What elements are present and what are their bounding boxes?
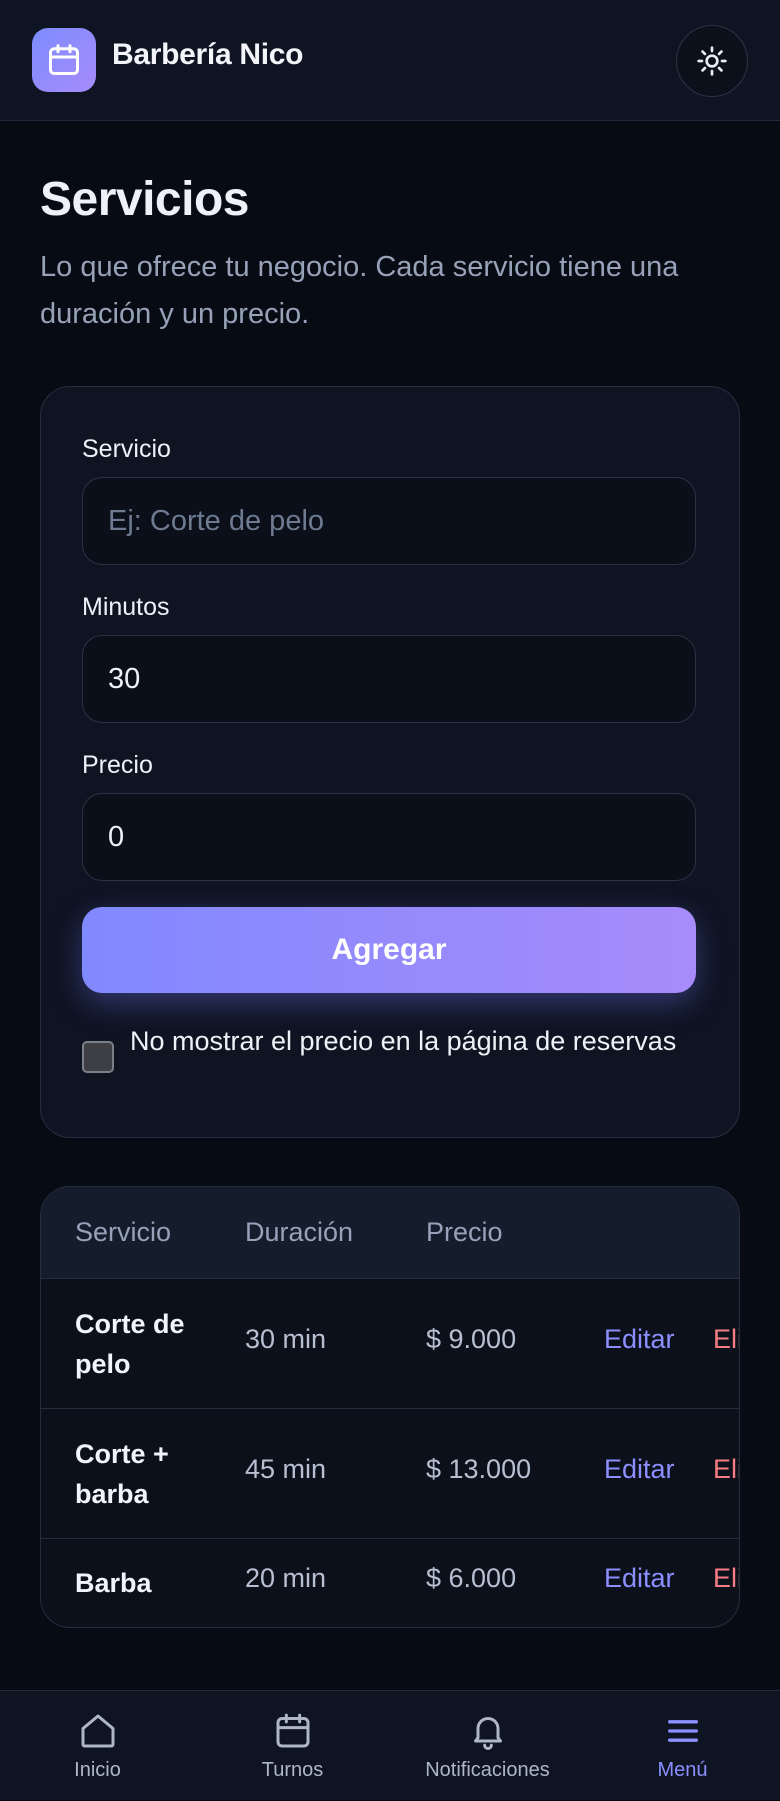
price-input[interactable]	[82, 793, 696, 881]
service-duration: 30 min	[245, 1324, 327, 1354]
nav-item-notificaciones[interactable]: Notificaciones	[390, 1691, 585, 1801]
service-name: Corte + barba	[75, 1439, 169, 1509]
service-name: Barba	[75, 1568, 152, 1598]
add-service-form: Servicio Minutos Precio Agregar No mostr…	[40, 386, 740, 1138]
service-price: $ 6.000	[426, 1563, 517, 1593]
minutes-label: Minutos	[82, 593, 170, 621]
minutes-input[interactable]	[82, 635, 696, 723]
service-price: $ 9.000	[426, 1324, 517, 1354]
menu-icon	[667, 1720, 698, 1742]
column-header-price: Precio	[426, 1217, 503, 1247]
hide-price-checkbox[interactable]	[82, 1041, 114, 1073]
services-table: Servicio Duración Precio Corte de pelo 3…	[40, 1186, 740, 1628]
nav-item-inicio[interactable]: Inicio	[0, 1691, 195, 1801]
delete-service-button[interactable]: Eliminar	[713, 1454, 739, 1485]
page-subtitle: Lo que ofrece tu negocio. Cada servicio …	[40, 251, 679, 330]
service-price: $ 13.000	[426, 1454, 532, 1484]
bottom-nav: Inicio Turnos Notificaciones Menú	[0, 1690, 780, 1800]
hide-price-label: No mostrar el precio en la página de res…	[130, 1026, 677, 1056]
edit-service-button[interactable]: Editar	[604, 1454, 675, 1485]
calendar-icon	[49, 44, 79, 75]
delete-service-button[interactable]: Eliminar	[713, 1324, 739, 1355]
column-header-service: Servicio	[75, 1217, 172, 1247]
bell-icon	[473, 1717, 502, 1750]
nav-item-turnos[interactable]: Turnos	[195, 1691, 390, 1801]
calendar-icon	[276, 1713, 309, 1748]
nav-label: Inicio	[74, 1759, 121, 1781]
service-label: Servicio	[82, 435, 171, 463]
sun-icon	[697, 46, 727, 76]
app-logo	[32, 28, 96, 92]
page-title: Servicios	[40, 173, 249, 226]
price-label: Precio	[82, 751, 153, 779]
theme-toggle-button[interactable]	[676, 25, 748, 97]
nav-label: Menú	[657, 1759, 708, 1781]
nav-label: Notificaciones	[425, 1759, 550, 1781]
app-title: Barbería Nico	[112, 38, 304, 71]
table-row: Corte de pelo 30 min $ 9.000 Editar Elim…	[41, 1279, 739, 1409]
edit-service-button[interactable]: Editar	[604, 1563, 675, 1594]
delete-service-button[interactable]: Eliminar	[713, 1563, 739, 1594]
service-duration: 20 min	[245, 1563, 327, 1593]
home-icon	[81, 1714, 114, 1748]
service-duration: 45 min	[245, 1454, 327, 1484]
column-header-duration: Duración	[245, 1217, 354, 1247]
add-service-button[interactable]: Agregar	[82, 907, 696, 993]
nav-item-menu[interactable]: Menú	[585, 1691, 780, 1801]
service-name: Corte de pelo	[75, 1309, 185, 1379]
table-row: Barba 20 min $ 6.000 Editar Eliminar	[41, 1539, 739, 1627]
app-header: Barbería Nico	[0, 0, 780, 121]
table-row: Corte + barba 45 min $ 13.000 Editar Eli…	[41, 1409, 739, 1539]
service-input[interactable]	[82, 477, 696, 565]
edit-service-button[interactable]: Editar	[604, 1324, 675, 1355]
nav-label: Turnos	[261, 1759, 324, 1781]
table-header: Servicio Duración Precio	[41, 1187, 739, 1279]
